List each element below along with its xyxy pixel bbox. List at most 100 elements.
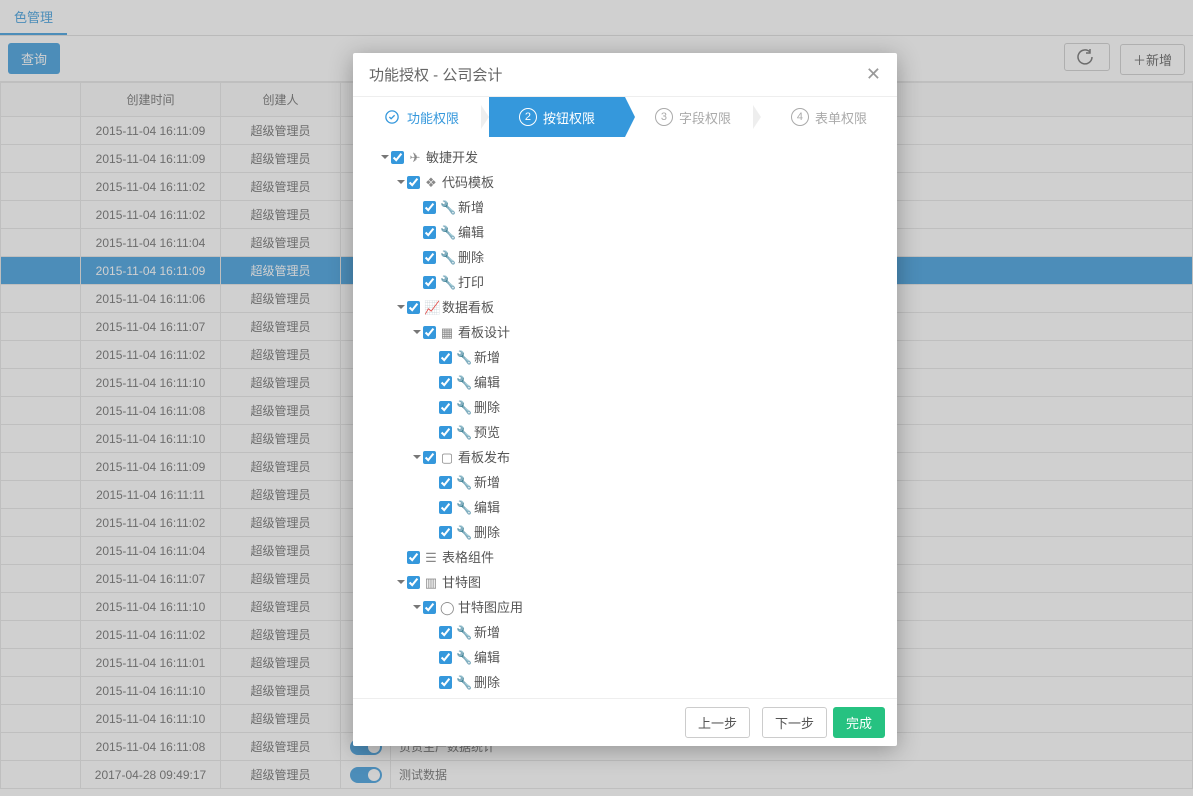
tree-checkbox[interactable] <box>423 201 436 214</box>
tree-checkbox[interactable] <box>423 326 436 339</box>
table-cell: 超级管理员 <box>221 425 341 453</box>
table-cell <box>1 481 81 509</box>
step-按钮权限[interactable]: 2按钮权限 <box>489 97 625 137</box>
tree-label[interactable]: 删除 <box>474 675 500 690</box>
tree-label[interactable]: 敏捷开发 <box>426 150 478 165</box>
expand-caret-icon[interactable] <box>397 305 405 309</box>
add-button[interactable]: ＋新增 <box>1120 44 1185 75</box>
table-cell <box>1 649 81 677</box>
tree-label[interactable]: 新增 <box>474 475 500 490</box>
tree-label[interactable]: 看板设计 <box>458 325 510 340</box>
tree-node: ▦看板设计🔧新增🔧编辑🔧删除🔧预览 <box>415 320 883 445</box>
step-label: 字段权限 <box>679 108 731 127</box>
expand-caret-icon[interactable] <box>413 330 421 334</box>
tree-checkbox[interactable] <box>439 501 452 514</box>
table-cell: 超级管理员 <box>221 593 341 621</box>
table-cell <box>1 705 81 733</box>
table-cell: 2015-11-04 16:11:04 <box>81 229 221 257</box>
table-cell: 2015-11-04 16:11:10 <box>81 425 221 453</box>
tree-checkbox[interactable] <box>439 626 452 639</box>
tree-label[interactable]: 甘特图应用 <box>458 600 523 615</box>
expand-caret-icon[interactable] <box>397 580 405 584</box>
close-icon[interactable]: ✕ <box>866 64 881 85</box>
tree-checkbox[interactable] <box>439 476 452 489</box>
prev-button[interactable]: 上一步 <box>685 707 750 738</box>
tree-checkbox[interactable] <box>423 451 436 464</box>
table-cell: 超级管理员 <box>221 117 341 145</box>
tree-label[interactable]: 甘特图 <box>442 575 481 590</box>
tree-label[interactable]: 删除 <box>474 525 500 540</box>
expand-caret-icon[interactable] <box>413 455 421 459</box>
tree-checkbox[interactable] <box>439 351 452 364</box>
tree-node: 🔧预览 <box>431 420 883 445</box>
tree-checkbox[interactable] <box>407 176 420 189</box>
table-cell: 测试数据 <box>391 761 1193 789</box>
tree-checkbox[interactable] <box>439 651 452 664</box>
tree-checkbox[interactable] <box>439 526 452 539</box>
finish-button[interactable]: 完成 <box>833 707 885 738</box>
table-cell <box>1 425 81 453</box>
step-number <box>383 108 401 126</box>
tab-bar: 色管理 <box>0 0 1193 36</box>
expand-caret-icon[interactable] <box>413 605 421 609</box>
step-label: 表单权限 <box>815 108 867 127</box>
tree-label[interactable]: 数据看板 <box>442 300 494 315</box>
node-icon: ❖ <box>424 170 438 195</box>
table-cell <box>1 145 81 173</box>
tree-checkbox[interactable] <box>407 576 420 589</box>
tree-label[interactable]: 编辑 <box>474 500 500 515</box>
table-cell: 2015-11-04 16:11:07 <box>81 565 221 593</box>
tree-checkbox[interactable] <box>407 551 420 564</box>
tree-checkbox[interactable] <box>407 301 420 314</box>
table-cell: 超级管理员 <box>221 341 341 369</box>
tree-label[interactable]: 编辑 <box>474 650 500 665</box>
expand-caret-icon[interactable] <box>381 155 389 159</box>
table-cell <box>1 341 81 369</box>
tree-label[interactable]: 表格组件 <box>442 550 494 565</box>
tree-checkbox[interactable] <box>391 151 404 164</box>
tree-label[interactable]: 编辑 <box>458 225 484 240</box>
next-button[interactable]: 下一步 <box>762 707 827 738</box>
step-表单权限[interactable]: 4 表单权限 <box>761 97 897 137</box>
tree-label[interactable]: 新增 <box>474 350 500 365</box>
expand-caret-icon[interactable] <box>397 180 405 184</box>
table-row[interactable]: 2017-04-28 09:49:17超级管理员测试数据 <box>1 761 1193 789</box>
table-cell: 超级管理员 <box>221 565 341 593</box>
tree-label[interactable]: 看板发布 <box>458 450 510 465</box>
tree-label[interactable]: 删除 <box>474 400 500 415</box>
tree-node: 📈数据看板▦看板设计🔧新增🔧编辑🔧删除🔧预览▢看板发布🔧新增🔧编辑🔧删除 <box>399 295 883 545</box>
table-cell: 2015-11-04 16:11:02 <box>81 201 221 229</box>
tree-node: ◯甘特图应用🔧新增🔧编辑🔧删除🔧打印 <box>415 595 883 698</box>
table-cell: 2015-11-04 16:11:02 <box>81 621 221 649</box>
step-字段权限[interactable]: 3字段权限 <box>625 97 761 137</box>
table-cell: 超级管理员 <box>221 733 341 761</box>
table-cell: 超级管理员 <box>221 173 341 201</box>
tree-checkbox[interactable] <box>439 426 452 439</box>
table-cell: 2015-11-04 16:11:10 <box>81 677 221 705</box>
tree-checkbox[interactable] <box>439 376 452 389</box>
tree-checkbox[interactable] <box>423 601 436 614</box>
tree-checkbox[interactable] <box>439 401 452 414</box>
refresh-button[interactable] <box>1064 43 1110 71</box>
step-number: 4 <box>791 108 809 126</box>
tree-label[interactable]: 新增 <box>458 200 484 215</box>
tree-checkbox[interactable] <box>439 676 452 689</box>
table-cell: 2015-11-04 16:11:11 <box>81 481 221 509</box>
tab-role-management[interactable]: 色管理 <box>0 0 67 35</box>
tree-checkbox[interactable] <box>423 276 436 289</box>
tree-label[interactable]: 新增 <box>474 625 500 640</box>
tree-label[interactable]: 代码模板 <box>442 175 494 190</box>
tree-label[interactable]: 编辑 <box>474 375 500 390</box>
tree-checkbox[interactable] <box>423 251 436 264</box>
step-功能权限[interactable]: 功能权限 <box>353 97 489 137</box>
tree-label[interactable]: 预览 <box>474 425 500 440</box>
toggle-switch[interactable] <box>350 767 382 783</box>
step-label: 按钮权限 <box>543 108 595 127</box>
tree-label[interactable]: 打印 <box>458 275 484 290</box>
tree-node: ❖代码模板🔧新增🔧编辑🔧删除🔧打印 <box>399 170 883 295</box>
node-icon: 🔧 <box>456 345 470 370</box>
tree-checkbox[interactable] <box>423 226 436 239</box>
search-button[interactable]: 查询 <box>8 43 60 74</box>
table-cell: 2015-11-04 16:11:09 <box>81 117 221 145</box>
tree-label[interactable]: 删除 <box>458 250 484 265</box>
